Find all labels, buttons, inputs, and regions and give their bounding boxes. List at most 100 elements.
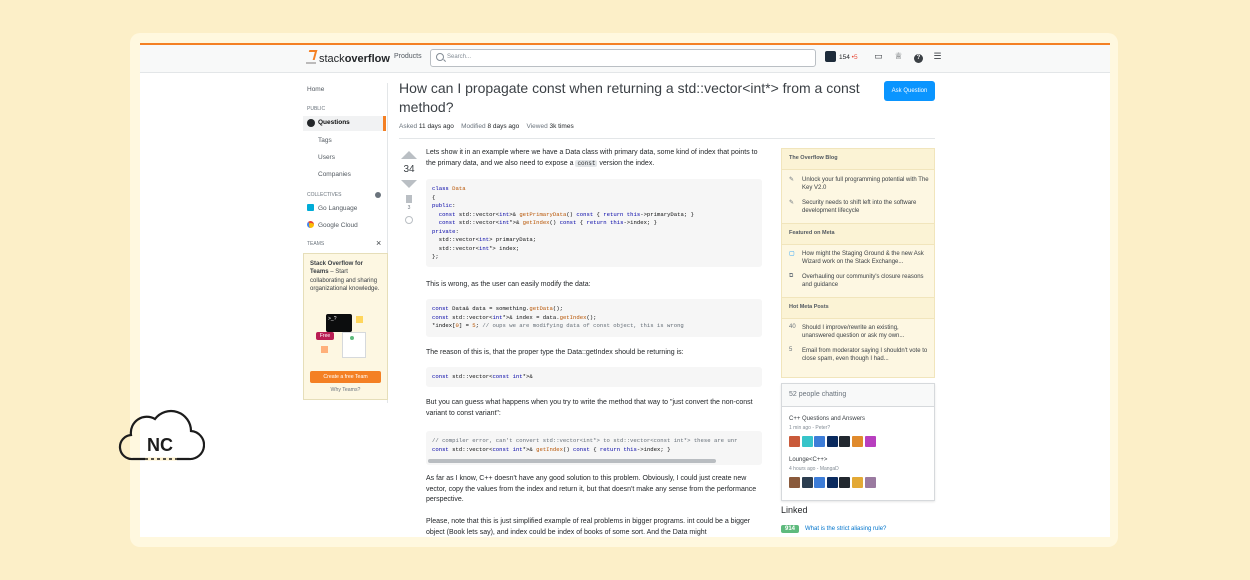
browser-window: stackoverflow Products Search... 154 •5 …	[140, 43, 1110, 537]
pencil-icon: ✎	[789, 200, 795, 206]
avatar[interactable]	[814, 436, 826, 447]
avatar[interactable]	[814, 477, 826, 488]
avatar[interactable]	[826, 477, 838, 488]
post-paragraph-6: Please, note that this is just simplifie…	[426, 518, 751, 536]
blog-header: The Overflow Blog	[782, 148, 934, 170]
viewed-label: Viewed	[526, 123, 548, 130]
nav-section-public: PUBLIC	[307, 106, 326, 112]
top-bar: stackoverflow Products Search... 154 •5 …	[140, 43, 1110, 73]
avatar[interactable]	[851, 477, 863, 488]
modified-label: Modified	[461, 123, 486, 130]
search-placeholder: Search...	[447, 54, 472, 60]
blog-item-1[interactable]: Unlock your full programming potential w…	[802, 176, 930, 193]
meta-item-2[interactable]: Overhauling our community's closure reas…	[802, 273, 930, 290]
avatar[interactable]	[864, 436, 876, 447]
menu-icon[interactable]: ☰	[932, 51, 943, 62]
nav-google-cloud[interactable]: Google Cloud	[307, 221, 358, 229]
logo-icon	[306, 50, 316, 64]
nav-users[interactable]: Users	[318, 154, 335, 161]
post-paragraph-2: This is wrong, as the user can easily mo…	[426, 281, 591, 288]
bookmark-count: 3	[407, 205, 411, 211]
avatar[interactable]	[839, 436, 851, 447]
products-link[interactable]: Products	[394, 53, 422, 60]
history-icon[interactable]	[405, 216, 413, 224]
code-block-1: class Data { public: const std::vector<i…	[426, 179, 762, 267]
avatar[interactable]	[789, 436, 800, 447]
hot-item-2[interactable]: Email from moderator saying I shouldn't …	[802, 347, 930, 364]
chat-room-2-meta: 4 hours ago - MangaD	[789, 466, 839, 472]
chat-room-2-avatars	[789, 477, 877, 489]
nav-home[interactable]: Home	[307, 86, 324, 93]
post-paragraph-1: Lets show it in an example where we have…	[426, 148, 762, 169]
chat-room-1[interactable]: C++ Questions and Answers	[789, 416, 865, 422]
nav-questions[interactable]: Questions	[303, 116, 386, 131]
hot-item-1-count: 40	[789, 324, 796, 330]
nav-go-language[interactable]: Go Language	[307, 204, 357, 212]
avatar[interactable]	[839, 477, 851, 488]
stack-icon: ⧉	[789, 273, 794, 279]
bookmark-icon[interactable]	[406, 195, 412, 203]
viewed-value: 3k times	[549, 123, 574, 130]
teams-illustration: >_? Free	[316, 314, 366, 358]
p1-text-end: version the index.	[599, 159, 655, 167]
post-paragraph-4: But you can guess what happens when you …	[426, 399, 753, 417]
chat-header-label[interactable]: 52 people chatting	[789, 391, 846, 398]
question-meta: Asked 11 days ago Modified 8 days ago Vi…	[399, 123, 574, 130]
nav-questions-label: Questions	[318, 119, 350, 126]
chat-header: 52 people chatting	[782, 384, 934, 407]
google-cloud-icon	[307, 221, 314, 228]
logo-text-bold: overflow	[344, 53, 390, 65]
blog-header-label: The Overflow Blog	[789, 155, 838, 161]
logo-text: stack	[319, 53, 345, 65]
chat-room-1-avatars	[789, 436, 877, 448]
help-icon[interactable]: ?	[913, 51, 924, 63]
meta-item-1[interactable]: How might the Staging Ground & the new A…	[802, 250, 930, 267]
inbox-icon[interactable]: ▭	[873, 51, 884, 62]
meta-header: Featured on Meta	[782, 223, 934, 245]
avatar[interactable]	[864, 477, 876, 488]
asked-value: 11 days ago	[418, 123, 454, 130]
ask-question-button[interactable]: Ask Question	[884, 81, 935, 101]
avatar[interactable]	[826, 436, 838, 447]
nc-text: NC	[147, 435, 173, 455]
hot-item-1[interactable]: Should I improve/rewrite an existing, un…	[802, 324, 930, 341]
close-icon[interactable]: ×	[376, 238, 381, 248]
free-tag: Free	[316, 332, 334, 340]
user-reputation[interactable]: 154 •5	[825, 51, 858, 62]
why-teams-link[interactable]: Why Teams?	[304, 387, 387, 393]
avatar[interactable]	[801, 477, 813, 488]
pencil-icon: ✎	[789, 177, 795, 183]
linked-heading: Linked	[781, 505, 808, 515]
stackoverflow-logo[interactable]: stackoverflow	[306, 50, 390, 65]
upvote-icon[interactable]	[401, 151, 417, 159]
chat-bubble-icon: ▢	[789, 251, 795, 257]
post-paragraph-5: As far as I know, C++ doesn't have any g…	[426, 475, 757, 503]
nav-tags[interactable]: Tags	[318, 137, 332, 144]
blog-item-2[interactable]: Security needs to shift left into the so…	[802, 199, 930, 216]
avatar[interactable]	[789, 477, 800, 488]
search-input[interactable]: Search...	[430, 49, 816, 67]
chat-room-2[interactable]: Lounge<C++>	[789, 457, 827, 463]
chat-room-1-meta: 1 min ago - Peter?	[789, 425, 831, 431]
asked-label: Asked	[399, 123, 418, 130]
nav-section-collectives: COLLECTIVES	[307, 192, 342, 198]
nav-companies[interactable]: Companies	[318, 171, 351, 178]
linked-item-1-score: 914	[781, 525, 800, 533]
trophy-icon[interactable]: ♕	[893, 51, 904, 62]
title-divider	[399, 138, 935, 139]
globe-icon	[307, 119, 315, 127]
badge-count: •5	[851, 54, 858, 61]
avatar[interactable]	[851, 436, 863, 447]
hot-meta-header: Hot Meta Posts	[782, 297, 934, 319]
downvote-icon[interactable]	[401, 180, 417, 188]
avatar[interactable]	[801, 436, 813, 447]
linked-item-1[interactable]: 914 What is the strict aliasing rule?	[781, 525, 886, 533]
vote-cell: 34 3	[399, 151, 419, 224]
linked-item-1-title[interactable]: What is the strict aliasing rule?	[805, 526, 886, 532]
question-title[interactable]: How can I propagate const when returning…	[399, 79, 879, 117]
info-icon[interactable]	[375, 192, 381, 198]
avatar	[825, 51, 836, 62]
code-scrollbar[interactable]	[428, 459, 716, 463]
create-team-button[interactable]: Create a free Team	[310, 371, 381, 383]
code-block-3: const std::vector<const int*>&	[426, 367, 762, 387]
